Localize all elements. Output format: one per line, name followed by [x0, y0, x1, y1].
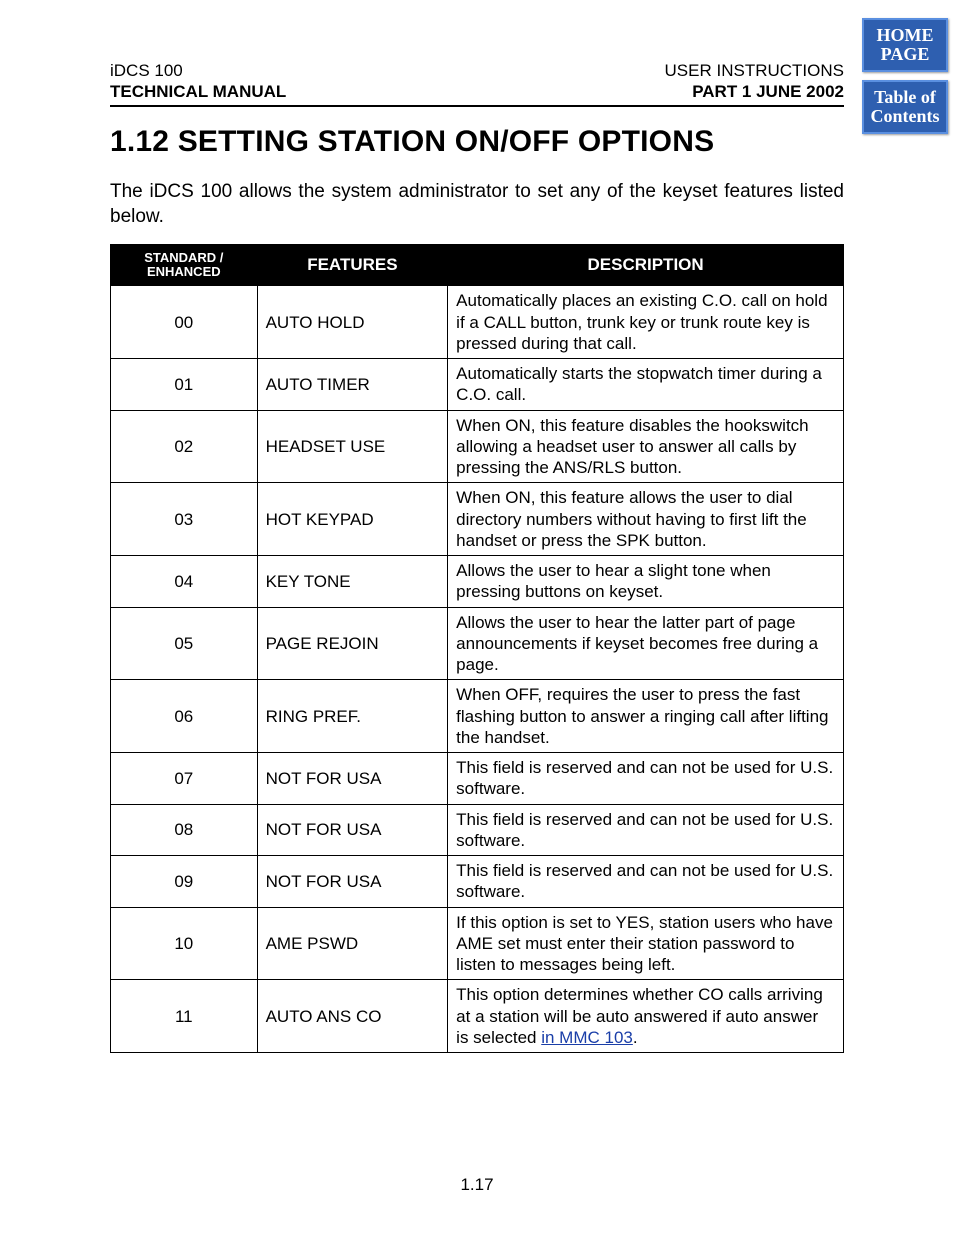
table-row: 04KEY TONEAllows the user to hear a slig… — [111, 556, 844, 608]
col1-line2: ENHANCED — [147, 264, 221, 279]
cell-description: When ON, this feature disables the hooks… — [448, 410, 844, 483]
cell-feature: NOT FOR USA — [257, 856, 448, 908]
cell-standard-enhanced: 05 — [111, 607, 258, 680]
table-row: 11AUTO ANS COThis option determines whet… — [111, 980, 844, 1053]
cell-feature: AUTO TIMER — [257, 359, 448, 411]
header-left-bottom: TECHNICAL MANUAL — [110, 81, 286, 102]
cell-description: This field is reserved and can not be us… — [448, 856, 844, 908]
col-header-features: FEATURES — [257, 244, 448, 286]
table-row: 00AUTO HOLDAutomatically places an exist… — [111, 286, 844, 359]
table-row: 08NOT FOR USAThis field is reserved and … — [111, 804, 844, 856]
cell-standard-enhanced: 02 — [111, 410, 258, 483]
table-row: 03HOT KEYPADWhen ON, this feature allows… — [111, 483, 844, 556]
header-left-top: iDCS 100 — [110, 60, 286, 81]
cell-standard-enhanced: 03 — [111, 483, 258, 556]
table-row: 06RING PREF.When OFF, requires the user … — [111, 680, 844, 753]
cell-standard-enhanced: 07 — [111, 753, 258, 805]
cell-standard-enhanced: 10 — [111, 907, 258, 980]
cell-feature: RING PREF. — [257, 680, 448, 753]
col-header-description: DESCRIPTION — [448, 244, 844, 286]
cell-description: This field is reserved and can not be us… — [448, 804, 844, 856]
table-row: 02HEADSET USEWhen ON, this feature disab… — [111, 410, 844, 483]
header-rule — [110, 105, 844, 107]
cell-description: This field is reserved and can not be us… — [448, 753, 844, 805]
header-right-top: USER INSTRUCTIONS — [665, 60, 844, 81]
cell-standard-enhanced: 06 — [111, 680, 258, 753]
page-number: 1.17 — [0, 1175, 954, 1195]
table-row: 01AUTO TIMERAutomatically starts the sto… — [111, 359, 844, 411]
cell-feature: AME PSWD — [257, 907, 448, 980]
cell-description: Automatically places an existing C.O. ca… — [448, 286, 844, 359]
cell-feature: AUTO HOLD — [257, 286, 448, 359]
table-row: 05PAGE REJOINAllows the user to hear the… — [111, 607, 844, 680]
cell-feature: HOT KEYPAD — [257, 483, 448, 556]
cell-feature: AUTO ANS CO — [257, 980, 448, 1053]
table-row: 09NOT FOR USAThis field is reserved and … — [111, 856, 844, 908]
cell-standard-enhanced: 11 — [111, 980, 258, 1053]
mmc-link[interactable]: in MMC 103 — [541, 1028, 633, 1047]
cell-description: This option determines whether CO calls … — [448, 980, 844, 1053]
cell-description: If this option is set to YES, station us… — [448, 907, 844, 980]
home-page-label: HOME PAGE — [877, 26, 934, 64]
cell-description: When OFF, requires the user to press the… — [448, 680, 844, 753]
table-row: 07NOT FOR USAThis field is reserved and … — [111, 753, 844, 805]
cell-standard-enhanced: 04 — [111, 556, 258, 608]
col1-line1: STANDARD / — [144, 250, 223, 265]
cell-standard-enhanced: 08 — [111, 804, 258, 856]
cell-feature: NOT FOR USA — [257, 804, 448, 856]
home-page-button[interactable]: HOME PAGE — [862, 18, 948, 72]
cell-feature: PAGE REJOIN — [257, 607, 448, 680]
cell-feature: NOT FOR USA — [257, 753, 448, 805]
cell-description: Allows the user to hear the latter part … — [448, 607, 844, 680]
section-title: 1.12 SETTING STATION ON/OFF OPTIONS — [110, 125, 844, 159]
table-of-contents-button[interactable]: Table of Contents — [862, 80, 948, 134]
cell-standard-enhanced: 01 — [111, 359, 258, 411]
cell-standard-enhanced: 00 — [111, 286, 258, 359]
toc-label: Table of Contents — [870, 88, 939, 126]
cell-feature: HEADSET USE — [257, 410, 448, 483]
table-row: 10AME PSWDIf this option is set to YES, … — [111, 907, 844, 980]
cell-feature: KEY TONE — [257, 556, 448, 608]
intro-paragraph: The iDCS 100 allows the system administr… — [110, 179, 844, 230]
features-table: STANDARD / ENHANCED FEATURES DESCRIPTION… — [110, 244, 844, 1053]
cell-description: When ON, this feature allows the user to… — [448, 483, 844, 556]
col-header-standard-enhanced: STANDARD / ENHANCED — [111, 244, 258, 286]
page-header: iDCS 100 TECHNICAL MANUAL USER INSTRUCTI… — [110, 60, 844, 103]
cell-standard-enhanced: 09 — [111, 856, 258, 908]
cell-description: Automatically starts the stopwatch timer… — [448, 359, 844, 411]
header-right-bottom: PART 1 JUNE 2002 — [665, 81, 844, 102]
cell-description: Allows the user to hear a slight tone wh… — [448, 556, 844, 608]
